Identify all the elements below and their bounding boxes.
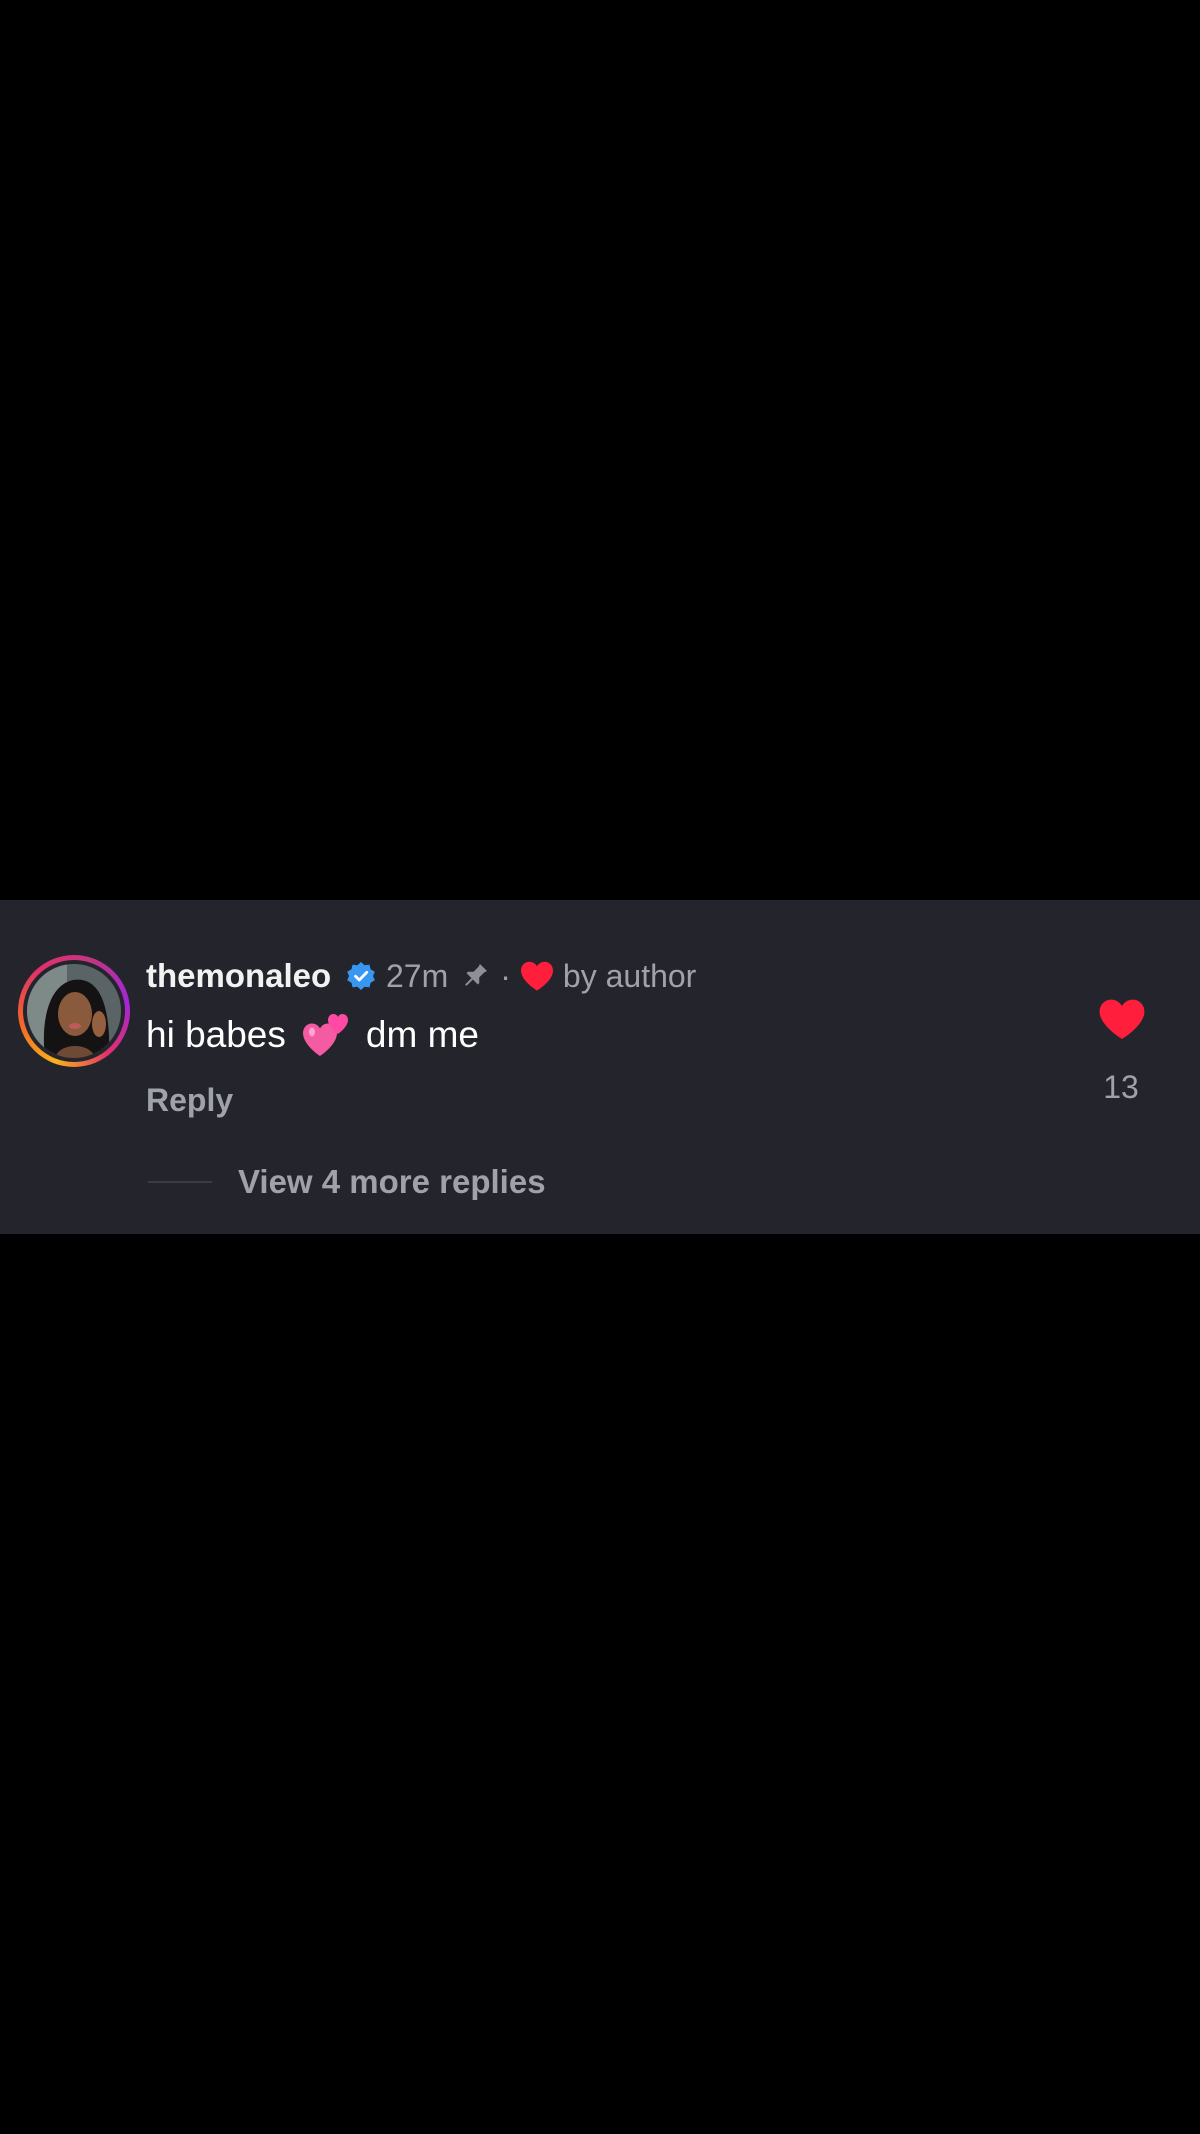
replies-divider	[148, 1181, 212, 1183]
avatar-image	[27, 964, 121, 1058]
comment-text: hi babes dm me	[146, 1010, 479, 1060]
comment-timestamp: 27m	[386, 958, 449, 994]
comment-text-part: dm me	[365, 1014, 479, 1055]
comment-item: themonaleo 27m · by author hi babes dm m…	[0, 900, 1200, 1234]
like-count: 13	[1103, 1069, 1139, 1105]
comment-text-part: hi babes	[146, 1014, 286, 1055]
heart-icon	[520, 961, 553, 991]
avatar[interactable]	[27, 964, 121, 1058]
meta-separator: ·	[500, 958, 511, 994]
heart-filled-icon[interactable]	[1098, 998, 1146, 1040]
two-hearts-icon	[302, 1014, 348, 1056]
view-more-replies-button[interactable]: View 4 more replies	[238, 1162, 546, 1202]
avatar-story-ring[interactable]	[18, 955, 130, 1067]
pin-icon	[465, 963, 488, 986]
liked-by-author-label: by author	[562, 958, 697, 994]
verified-badge-icon	[347, 962, 375, 990]
comment-meta: 27m · by author	[346, 956, 696, 996]
comment-username[interactable]: themonaleo	[146, 956, 331, 996]
reply-button[interactable]: Reply	[146, 1080, 233, 1120]
